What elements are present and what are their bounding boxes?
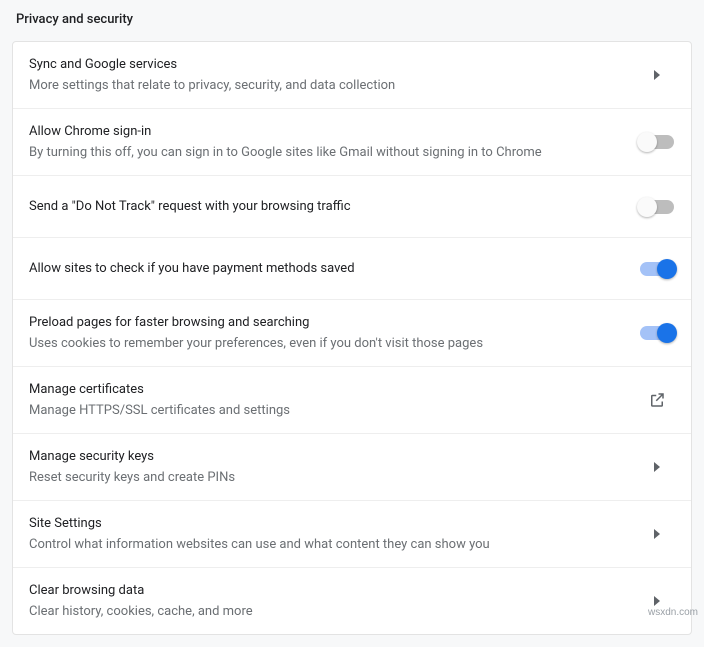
row-action <box>639 596 675 606</box>
row-text: Send a "Do Not Track" request with your … <box>29 197 639 217</box>
toggle-knob <box>657 323 677 343</box>
row-text: Preload pages for faster browsing and se… <box>29 313 639 353</box>
row-subtitle: By turning this off, you can sign in to … <box>29 143 623 163</box>
settings-row[interactable]: Manage security keysReset security keys … <box>13 434 691 501</box>
settings-row: Allow Chrome sign-inBy turning this off,… <box>13 109 691 176</box>
row-title: Sync and Google services <box>29 55 623 75</box>
row-subtitle: Reset security keys and create PINs <box>29 468 623 488</box>
row-action <box>639 200 675 214</box>
row-subtitle: Control what information websites can us… <box>29 535 623 555</box>
row-subtitle: Clear history, cookies, cache, and more <box>29 602 623 622</box>
row-text: Sync and Google servicesMore settings th… <box>29 55 639 95</box>
chevron-right-icon <box>654 462 660 472</box>
toggle-switch[interactable] <box>640 262 674 276</box>
chevron-right-icon <box>654 70 660 80</box>
row-text: Site SettingsControl what information we… <box>29 514 639 554</box>
row-title: Send a "Do Not Track" request with your … <box>29 197 623 217</box>
row-text: Allow sites to check if you have payment… <box>29 259 639 279</box>
row-action <box>639 70 675 80</box>
row-title: Allow Chrome sign-in <box>29 122 623 142</box>
external-link-icon[interactable] <box>648 391 666 409</box>
row-title: Site Settings <box>29 514 623 534</box>
row-text: Manage security keysReset security keys … <box>29 447 639 487</box>
settings-row[interactable]: Site SettingsControl what information we… <box>13 501 691 568</box>
settings-row: Send a "Do Not Track" request with your … <box>13 176 691 238</box>
row-action <box>639 262 675 276</box>
row-action <box>639 529 675 539</box>
toggle-knob <box>637 197 657 217</box>
row-text: Allow Chrome sign-inBy turning this off,… <box>29 122 639 162</box>
settings-row: Allow sites to check if you have payment… <box>13 238 691 300</box>
toggle-knob <box>657 259 677 279</box>
row-title: Manage security keys <box>29 447 623 467</box>
row-text: Manage certificatesManage HTTPS/SSL cert… <box>29 380 639 420</box>
row-action <box>639 135 675 149</box>
toggle-switch[interactable] <box>640 200 674 214</box>
row-subtitle: More settings that relate to privacy, se… <box>29 76 623 96</box>
settings-row[interactable]: Clear browsing dataClear history, cookie… <box>13 568 691 634</box>
toggle-knob <box>637 132 657 152</box>
row-subtitle: Uses cookies to remember your preference… <box>29 334 623 354</box>
row-title: Allow sites to check if you have payment… <box>29 259 623 279</box>
row-action[interactable] <box>639 391 675 409</box>
row-title: Clear browsing data <box>29 581 623 601</box>
toggle-switch[interactable] <box>640 326 674 340</box>
settings-row[interactable]: Manage certificatesManage HTTPS/SSL cert… <box>13 367 691 434</box>
chevron-right-icon <box>654 596 660 606</box>
settings-row: Preload pages for faster browsing and se… <box>13 300 691 367</box>
row-action <box>639 462 675 472</box>
row-text: Clear browsing dataClear history, cookie… <box>29 581 639 621</box>
row-subtitle: Manage HTTPS/SSL certificates and settin… <box>29 401 623 421</box>
row-title: Manage certificates <box>29 380 623 400</box>
settings-card: Sync and Google servicesMore settings th… <box>12 41 692 635</box>
chevron-right-icon <box>654 529 660 539</box>
row-action <box>639 326 675 340</box>
toggle-switch[interactable] <box>640 135 674 149</box>
settings-row[interactable]: Sync and Google servicesMore settings th… <box>13 42 691 109</box>
watermark: wsxdn.com <box>648 607 698 618</box>
section-title: Privacy and security <box>12 10 692 41</box>
row-title: Preload pages for faster browsing and se… <box>29 313 623 333</box>
